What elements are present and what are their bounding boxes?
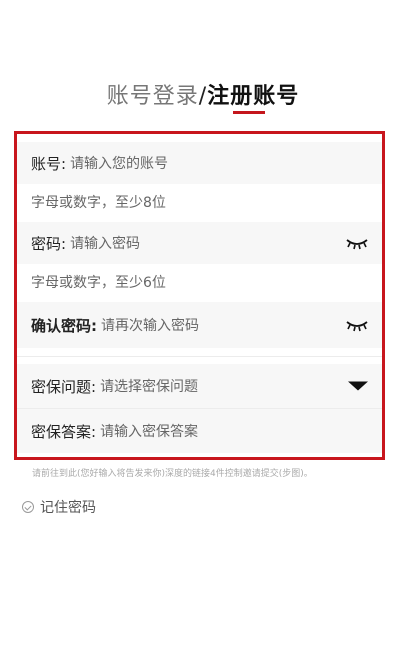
remember-password-label: 记住密码 bbox=[40, 500, 96, 516]
security-answer-input[interactable]: 请输入密保答案 bbox=[100, 421, 198, 441]
password-label: 密码: bbox=[31, 234, 67, 253]
terms-notice: 请前往到此(您好输入将告发来你)深度的链接4件控制邀请提交(步图)。 bbox=[32, 469, 313, 479]
divider bbox=[17, 356, 382, 357]
tab-login[interactable]: 账号登录 bbox=[107, 84, 199, 109]
confirm-password-input[interactable]: 请再次输入密码 bbox=[101, 315, 199, 335]
password-field[interactable]: 密码: 请输入密码 bbox=[17, 222, 382, 264]
tab-separator: / bbox=[198, 84, 208, 109]
active-tab-underline bbox=[233, 111, 265, 114]
eye-closed-icon[interactable] bbox=[346, 318, 368, 332]
password-hint-row: 字母或数字，至少6位 bbox=[17, 264, 382, 300]
security-question-field[interactable]: 密保问题: 请选择密保问题 bbox=[17, 364, 382, 408]
remember-password[interactable]: 记住密码 bbox=[22, 497, 96, 517]
confirm-password-field[interactable]: 确认密码: 请再次输入密码 bbox=[17, 302, 382, 348]
account-hint-row: 字母或数字，至少8位 bbox=[17, 184, 382, 220]
confirm-password-label: 确认密码: bbox=[31, 316, 97, 335]
account-field[interactable]: 账号: 请输入您的账号 bbox=[17, 142, 382, 184]
account-label: 账号: bbox=[31, 154, 67, 173]
security-answer-label: 密保答案: bbox=[31, 422, 97, 441]
password-input[interactable]: 请输入密码 bbox=[70, 233, 140, 253]
security-question-select[interactable]: 请选择密保问题 bbox=[100, 376, 198, 396]
security-question-label: 密保问题: bbox=[31, 377, 97, 396]
eye-closed-icon[interactable] bbox=[346, 236, 368, 250]
page-title: 账号登录/注册账号 bbox=[0, 78, 406, 110]
dropdown-triangle-icon[interactable] bbox=[348, 381, 368, 391]
account-hint: 字母或数字，至少8位 bbox=[31, 195, 166, 211]
security-answer-field[interactable]: 密保答案: 请输入密保答案 bbox=[17, 409, 382, 453]
check-circle-icon[interactable] bbox=[22, 501, 34, 513]
registration-form: 账号: 请输入您的账号 字母或数字，至少8位 密码: 请输入密码 字母或数字，至… bbox=[14, 131, 385, 460]
account-input[interactable]: 请输入您的账号 bbox=[70, 153, 168, 173]
password-hint: 字母或数字，至少6位 bbox=[31, 275, 166, 291]
tab-register[interactable]: 注册账号 bbox=[207, 84, 299, 109]
